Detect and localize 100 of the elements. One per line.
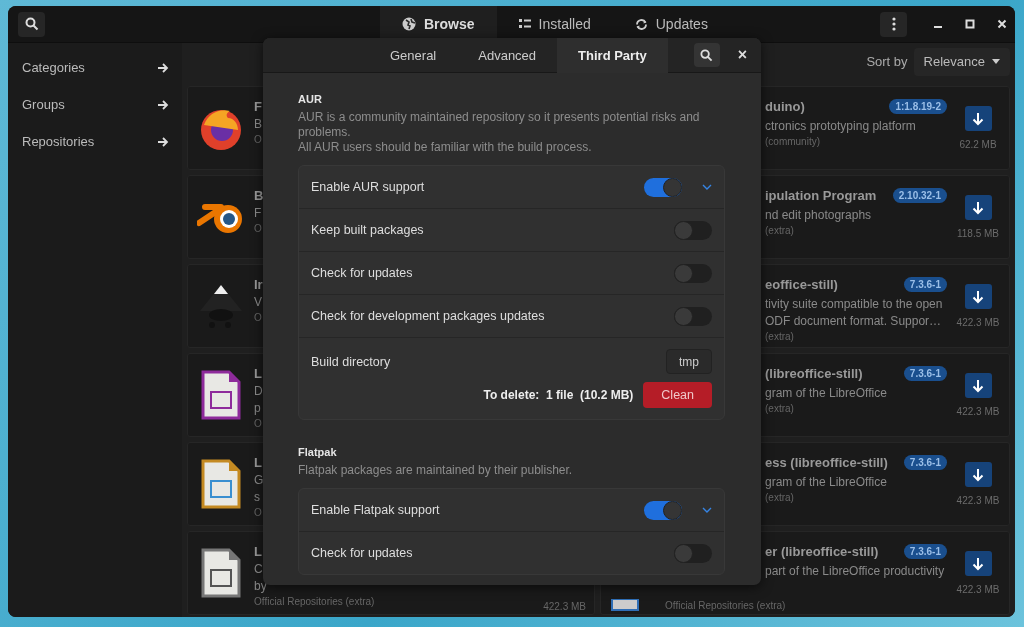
package-description: B: [254, 117, 262, 131]
repository-label: (extra): [765, 331, 795, 342]
section-description: All AUR users should be familiar with the build process.: [298, 140, 593, 155]
globe-icon: [402, 17, 416, 31]
close-button[interactable]: ×: [733, 46, 752, 64]
download-arrow-icon: [972, 111, 984, 126]
chevron-down-icon[interactable]: [702, 184, 712, 190]
package-name: ess (libreoffice-still): [765, 455, 888, 470]
package-description: gram of the LibreOffice: [765, 475, 888, 489]
package-description: F: [254, 206, 262, 220]
setting-label: Check for updates: [311, 266, 414, 280]
setting-label: Check for updates: [311, 546, 414, 560]
version-badge: 7.3.6-1: [903, 544, 947, 559]
package-description: p: [254, 401, 261, 415]
package-description: nd edit photographs: [765, 208, 873, 222]
chevron-down-icon[interactable]: [702, 507, 712, 513]
close-icon[interactable]: [997, 19, 1007, 29]
maximize-icon[interactable]: [965, 19, 975, 29]
repository-label: (extra): [765, 403, 795, 414]
version-badge: 2.10.32-1: [892, 188, 947, 203]
size-label: 422.3 MB: [956, 495, 1000, 506]
preferences-tab[interactable]: Third Party: [557, 38, 668, 73]
search-button[interactable]: [693, 43, 720, 67]
sort-label: Sort by: [866, 54, 908, 69]
setting-label: Enable Flatpak support: [311, 503, 441, 517]
package-name: er (libreoffice-still): [765, 544, 879, 559]
repository-label: (extra): [765, 225, 795, 236]
package-name: ipulation Program: [765, 188, 877, 203]
download-button[interactable]: [964, 551, 992, 576]
size-label: 422.3 MB: [956, 317, 1000, 328]
package-name: duino): [765, 99, 805, 114]
size-label: 422.3 MB: [956, 406, 1000, 417]
toggle-switch[interactable]: [674, 263, 712, 283]
size-label: 118.5 MB: [956, 228, 1000, 239]
package-name: F: [254, 99, 262, 114]
size-label: 422.3 MB: [956, 584, 1000, 595]
section-title: AUR: [298, 93, 323, 105]
section-description: Flatpak packages are maintained by their publisher.: [298, 463, 574, 478]
clean-button[interactable]: Clean: [643, 382, 712, 408]
sidebar-item[interactable]: Repositories: [8, 123, 182, 160]
package-description: G: [254, 473, 264, 487]
repository-label: Official Repositories (extra): [254, 596, 375, 607]
section-title: Flatpak: [298, 446, 338, 458]
repository-label: O: [254, 507, 262, 518]
package-description: V: [254, 295, 262, 309]
toggle-switch[interactable]: [644, 177, 682, 197]
package-description: by: [254, 579, 267, 593]
arrow-right-icon: [157, 98, 169, 111]
repository-label: O: [254, 134, 262, 145]
toggle-switch[interactable]: [674, 543, 712, 563]
repository-label: O: [254, 312, 262, 323]
package-description: tivity suite compatible to the open: [765, 297, 944, 311]
download-button[interactable]: [964, 462, 992, 487]
menu-button[interactable]: [880, 11, 907, 37]
package-description: s: [254, 490, 260, 504]
version-badge: 1:1.8.19-2: [889, 99, 947, 114]
document-icon: [201, 548, 241, 598]
toggle-switch[interactable]: [674, 220, 712, 240]
mountain-icon: [198, 283, 244, 329]
repository-label: (extra): [765, 492, 795, 503]
download-button[interactable]: [964, 284, 992, 309]
package-description: D: [254, 384, 263, 398]
package-description: C: [254, 562, 263, 576]
download-button[interactable]: [964, 195, 992, 220]
download-arrow-icon: [972, 200, 984, 215]
toggle-switch[interactable]: [644, 500, 682, 520]
sidebar-item[interactable]: Categories: [8, 49, 182, 86]
size-label: 422.3 MB: [543, 601, 586, 612]
download-button[interactable]: [964, 106, 992, 131]
setting-label: Check for development packages updates: [311, 309, 546, 323]
package-name: (libreoffice-still): [765, 366, 863, 381]
package-name: B: [254, 188, 264, 203]
package-name: L: [254, 544, 262, 559]
setting-label: Enable AUR support: [311, 180, 426, 194]
arrow-right-icon: [157, 61, 169, 74]
version-badge: 7.3.6-1: [903, 455, 947, 470]
menu-icon: [891, 17, 896, 31]
package-description: ODF document format. Suppor…: [765, 314, 943, 328]
sort-dropdown[interactable]: Relevance: [913, 47, 1010, 76]
setting-label: Keep built packages: [311, 223, 425, 237]
search-icon: [700, 48, 714, 62]
download-arrow-icon: [972, 467, 984, 482]
download-arrow-icon: [972, 556, 984, 571]
package-name: Ir: [254, 277, 263, 292]
directory-button[interactable]: tmp: [666, 349, 712, 374]
toggle-switch[interactable]: [674, 306, 712, 326]
refresh-icon: [634, 17, 648, 31]
repository-label: (community): [765, 136, 821, 147]
package-description: ctronics prototyping platform: [765, 119, 917, 133]
package-name: L: [254, 366, 262, 381]
sidebar-item[interactable]: Groups: [8, 86, 182, 123]
document-icon: [201, 459, 241, 509]
package-description: gram of the LibreOffice: [765, 386, 888, 400]
download-button[interactable]: [964, 373, 992, 398]
arrow-right-icon: [157, 135, 169, 148]
search-button[interactable]: [18, 11, 45, 37]
document-icon: [611, 599, 639, 611]
version-badge: 7.3.6-1: [903, 277, 947, 292]
package-name: eoffice-still): [765, 277, 838, 292]
size-label: 62.2 MB: [959, 139, 997, 150]
